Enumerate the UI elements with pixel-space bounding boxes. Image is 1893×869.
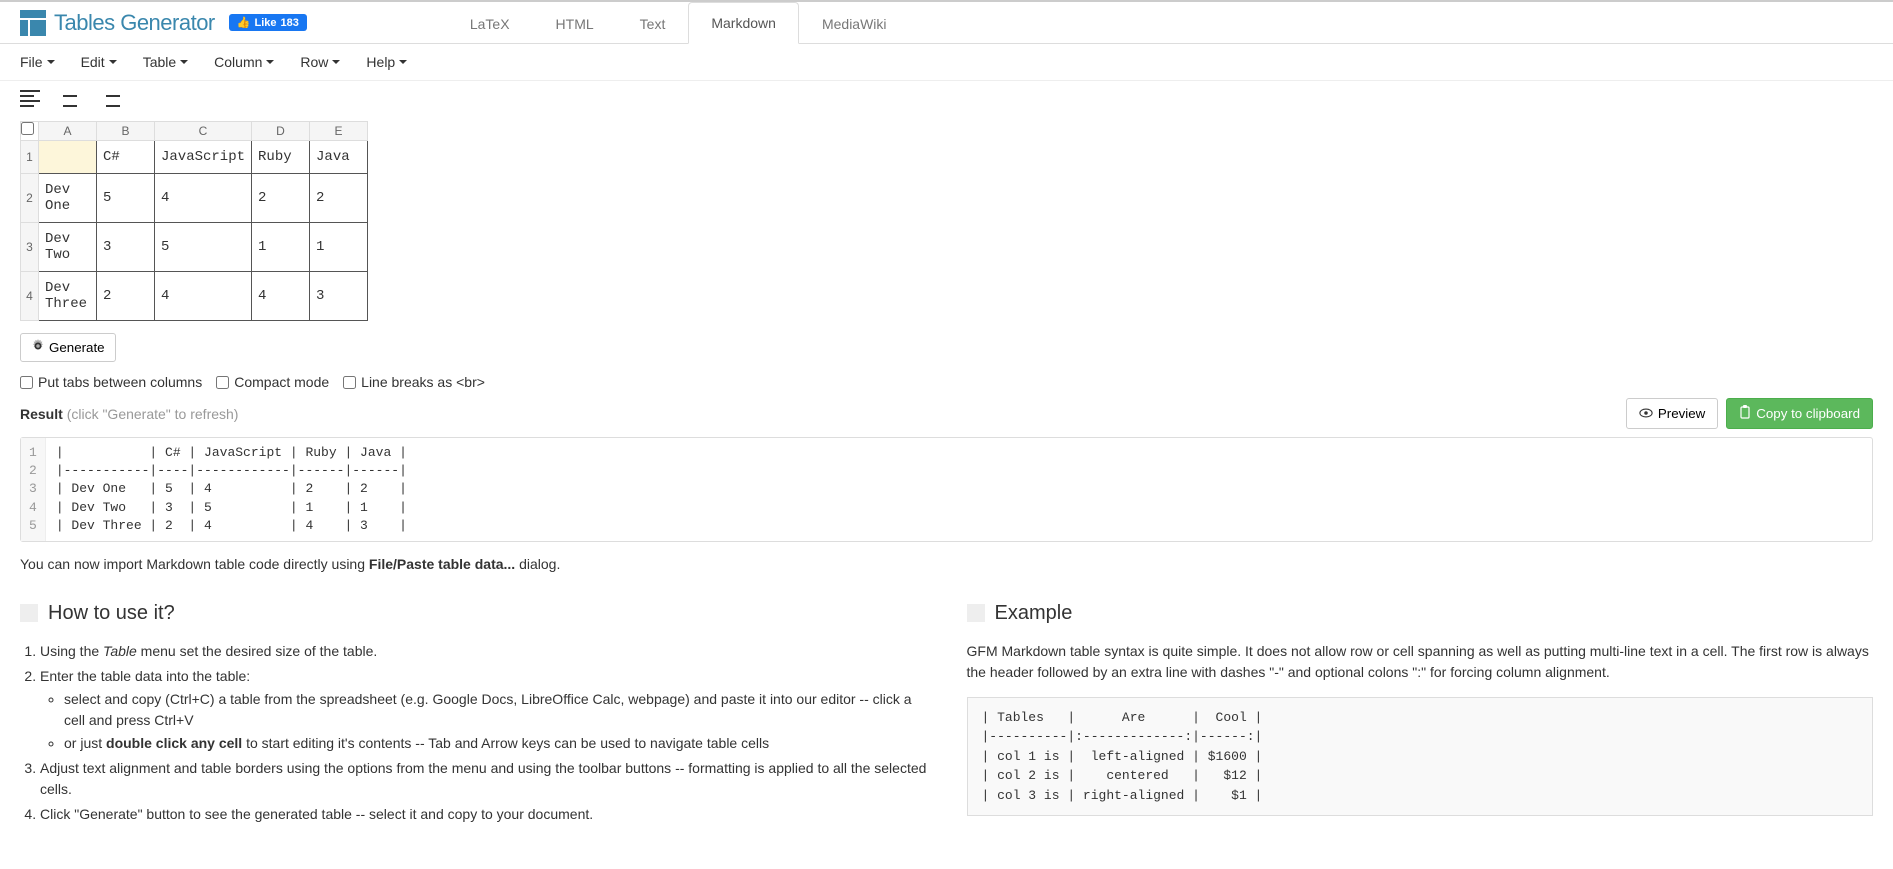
- menu-file[interactable]: File: [20, 54, 55, 70]
- table-cell[interactable]: 4: [252, 272, 310, 321]
- code-body[interactable]: | | C# | JavaScript | Ruby | Java | |---…: [46, 438, 1872, 541]
- table-cell[interactable]: JavaScript: [155, 141, 252, 174]
- result-header: Result (click "Generate" to refresh) Pre…: [20, 398, 1873, 429]
- example-title: Example: [995, 602, 1073, 625]
- caret-down-icon: [399, 60, 407, 64]
- howto-title: How to use it?: [48, 602, 175, 625]
- menu-help[interactable]: Help: [366, 54, 407, 70]
- table-cell[interactable]: 3: [97, 223, 155, 272]
- table-cell[interactable]: Dev Two: [39, 223, 97, 272]
- table-cell[interactable]: [39, 141, 97, 174]
- result-hint: (click "Generate" to refresh): [67, 406, 239, 422]
- table-cell[interactable]: 1: [252, 223, 310, 272]
- options-row: Put tabs between columns Compact mode Li…: [20, 374, 1873, 390]
- table-cell[interactable]: 3: [310, 272, 368, 321]
- menu-column[interactable]: Column: [214, 54, 274, 70]
- table-cell[interactable]: 2: [252, 174, 310, 223]
- tab-html[interactable]: HTML: [533, 3, 617, 44]
- col-header[interactable]: A: [39, 122, 97, 141]
- table-cell[interactable]: 2: [97, 272, 155, 321]
- code-gutter: 12345: [21, 438, 46, 541]
- section-square-icon: [20, 604, 38, 622]
- howto-subitem: or just double click any cell to start e…: [64, 733, 927, 754]
- generate-button[interactable]: Generate: [20, 333, 116, 362]
- caret-down-icon: [332, 60, 340, 64]
- tab-latex[interactable]: LaTeX: [447, 3, 533, 44]
- facebook-like-button[interactable]: 👍 Like 183: [229, 14, 307, 31]
- howto-item: Adjust text alignment and table borders …: [40, 758, 927, 800]
- result-label: Result: [20, 406, 63, 422]
- table-cell[interactable]: Ruby: [252, 141, 310, 174]
- caret-down-icon: [180, 60, 188, 64]
- eye-icon: [1639, 406, 1653, 421]
- result-code[interactable]: 12345 | | C# | JavaScript | Ruby | Java …: [20, 437, 1873, 542]
- import-note: You can now import Markdown table code d…: [20, 556, 1873, 572]
- table-cell[interactable]: 2: [310, 174, 368, 223]
- table-cell[interactable]: C#: [97, 141, 155, 174]
- table-editor: ABCDE1C#JavaScriptRubyJava2Dev One54223D…: [20, 121, 1873, 321]
- gear-icon: [31, 339, 45, 356]
- example-code[interactable]: | Tables | Are | Cool | |----------|:---…: [967, 697, 1874, 817]
- col-header[interactable]: D: [252, 122, 310, 141]
- table-cell[interactable]: 4: [155, 174, 252, 223]
- caret-down-icon: [109, 60, 117, 64]
- example-desc: GFM Markdown table syntax is quite simpl…: [967, 641, 1874, 683]
- howto-list: Using the Table menu set the desired siz…: [20, 641, 927, 825]
- top-bar: Tables Generator 👍 Like 183 LaTeXHTMLTex…: [0, 0, 1893, 44]
- table-cell[interactable]: Dev One: [39, 174, 97, 223]
- section-square-icon: [967, 604, 985, 622]
- howto-item: Click "Generate" button to see the gener…: [40, 804, 927, 825]
- row-header[interactable]: 4: [21, 272, 39, 321]
- app-title: Tables Generator: [54, 10, 215, 36]
- select-all-corner[interactable]: [21, 122, 39, 141]
- tabs-checkbox[interactable]: [20, 376, 33, 389]
- align-toolbar: [0, 81, 1893, 115]
- col-header[interactable]: E: [310, 122, 368, 141]
- compact-checkbox[interactable]: [216, 376, 229, 389]
- logo[interactable]: Tables Generator: [20, 10, 215, 36]
- br-checkbox[interactable]: [343, 376, 356, 389]
- menu-row[interactable]: Row: [300, 54, 340, 70]
- tab-markdown[interactable]: Markdown: [688, 2, 799, 44]
- logo-icon: [20, 10, 46, 36]
- row-header[interactable]: 2: [21, 174, 39, 223]
- preview-button[interactable]: Preview: [1626, 398, 1718, 429]
- table-cell[interactable]: Dev Three: [39, 272, 97, 321]
- table-cell[interactable]: 4: [155, 272, 252, 321]
- menu-bar: File Edit Table Column Row Help: [0, 44, 1893, 81]
- table-cell[interactable]: 1: [310, 223, 368, 272]
- col-header[interactable]: B: [97, 122, 155, 141]
- align-center-button[interactable]: [60, 89, 80, 107]
- table-cell[interactable]: 5: [97, 174, 155, 223]
- clipboard-icon: [1739, 405, 1751, 422]
- row-header[interactable]: 3: [21, 223, 39, 272]
- option-compact[interactable]: Compact mode: [216, 374, 329, 390]
- row-header[interactable]: 1: [21, 141, 39, 174]
- howto-section: How to use it? Using the Table menu set …: [20, 602, 927, 829]
- align-left-button[interactable]: [20, 89, 40, 107]
- col-header[interactable]: C: [155, 122, 252, 141]
- howto-item: Using the Table menu set the desired siz…: [40, 641, 927, 662]
- align-right-button[interactable]: [100, 89, 120, 107]
- menu-edit[interactable]: Edit: [81, 54, 117, 70]
- caret-down-icon: [47, 60, 55, 64]
- table-cell[interactable]: 5: [155, 223, 252, 272]
- howto-item: Enter the table data into the table: sel…: [40, 666, 927, 754]
- thumbs-up-icon: 👍: [237, 16, 251, 29]
- menu-table[interactable]: Table: [143, 54, 188, 70]
- option-tabs[interactable]: Put tabs between columns: [20, 374, 202, 390]
- howto-subitem: select and copy (Ctrl+C) a table from th…: [64, 689, 927, 731]
- tab-text[interactable]: Text: [617, 3, 689, 44]
- caret-down-icon: [266, 60, 274, 64]
- format-tabs: LaTeXHTMLTextMarkdownMediaWiki: [447, 2, 910, 43]
- example-section: Example GFM Markdown table syntax is qui…: [967, 602, 1874, 829]
- option-br[interactable]: Line breaks as <br>: [343, 374, 485, 390]
- tab-mediawiki[interactable]: MediaWiki: [799, 3, 910, 44]
- copy-button[interactable]: Copy to clipboard: [1726, 398, 1873, 429]
- table-cell[interactable]: Java: [310, 141, 368, 174]
